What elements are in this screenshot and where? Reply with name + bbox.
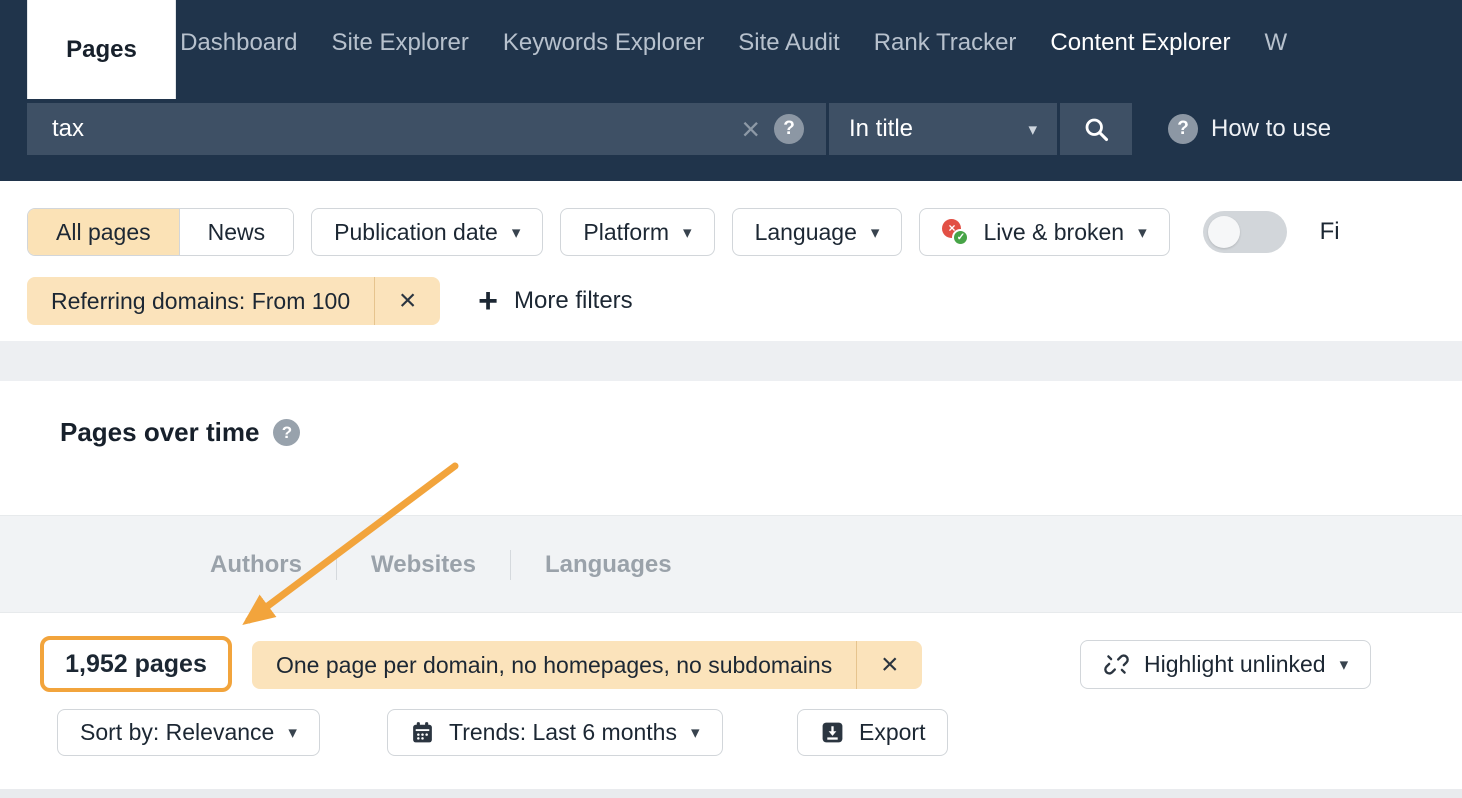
- primary-nav-row: ahrefs Dashboard Site Explorer Keywords …: [0, 0, 1462, 86]
- plus-icon: +: [478, 284, 498, 318]
- tab-pages[interactable]: Pages: [27, 0, 176, 99]
- trends-dropdown[interactable]: Trends: Last 6 months ▾: [387, 709, 723, 756]
- section-divider: [0, 341, 1462, 381]
- referring-domains-chip-label: Referring domains: From 100: [27, 288, 374, 315]
- publication-date-label: Publication date: [334, 219, 498, 246]
- referring-domains-chip: Referring domains: From 100 ×: [27, 277, 440, 325]
- highlight-unlinked-dropdown[interactable]: Highlight unlinked ▾: [1080, 640, 1371, 689]
- chevron-down-icon: ▾: [1028, 121, 1037, 138]
- remove-referring-domains-icon[interactable]: ×: [374, 277, 440, 325]
- chevron-down-icon: ▾: [1340, 656, 1349, 673]
- table-header-strip: [0, 789, 1462, 798]
- top-navbar: ahrefs Dashboard Site Explorer Keywords …: [0, 0, 1462, 181]
- page-type-segmented: All pages News: [27, 208, 294, 256]
- pages-over-time-card: Pages over time ?: [0, 381, 1462, 515]
- results-count: 1,952 pages: [65, 650, 207, 679]
- search-input-container: × ?: [27, 103, 826, 155]
- chevron-down-icon: ▾: [683, 224, 692, 241]
- trends-label: Trends: Last 6 months: [449, 719, 677, 746]
- filter-toggle-switch[interactable]: [1203, 211, 1287, 253]
- nav-site-explorer[interactable]: Site Explorer: [331, 29, 468, 57]
- how-to-use-link[interactable]: ? How to use: [1168, 114, 1331, 144]
- more-filters-label: More filters: [514, 287, 633, 315]
- export-icon: [820, 720, 845, 745]
- sort-by-label: Sort by: Relevance: [80, 719, 274, 746]
- platform-dropdown[interactable]: Platform ▾: [560, 208, 714, 256]
- more-filters-button[interactable]: + More filters: [478, 284, 633, 318]
- filter-all-pages[interactable]: All pages: [28, 209, 179, 255]
- filters-section: All pages News Publication date ▾ Platfo…: [0, 181, 1462, 341]
- chevron-down-icon: ▾: [512, 224, 521, 241]
- live-broken-dropdown[interactable]: × ✓ Live & broken ▾: [919, 208, 1169, 256]
- toggle-label-cutoff: Fi: [1320, 218, 1340, 246]
- help-icon: ?: [1168, 114, 1198, 144]
- nav-dashboard[interactable]: Dashboard: [180, 29, 297, 57]
- tab-languages[interactable]: Languages: [511, 551, 706, 579]
- language-dropdown[interactable]: Language ▾: [732, 208, 903, 256]
- chevron-down-icon: ▾: [691, 724, 700, 741]
- annotation-highlight-box: 1,952 pages: [40, 636, 232, 692]
- live-check-icon: ✓: [952, 229, 969, 246]
- scope-filter-chip-label: One page per domain, no homepages, no su…: [252, 652, 856, 679]
- publication-date-dropdown[interactable]: Publication date ▾: [311, 208, 543, 256]
- chevron-down-icon: ▾: [288, 724, 297, 741]
- primary-nav: Dashboard Site Explorer Keywords Explore…: [180, 29, 1462, 57]
- pages-over-time-help-icon[interactable]: ?: [273, 419, 300, 446]
- search-bar: × ? In title ▾ ? How to use: [27, 103, 1331, 155]
- unlink-icon: [1103, 651, 1130, 678]
- clear-search-icon[interactable]: ×: [741, 113, 760, 145]
- search-mode-dropdown[interactable]: In title ▾: [829, 103, 1057, 155]
- search-syntax-help-icon[interactable]: ?: [774, 114, 804, 144]
- sort-by-dropdown[interactable]: Sort by: Relevance ▾: [57, 709, 320, 756]
- scope-filter-chip: One page per domain, no homepages, no su…: [252, 641, 922, 689]
- results-tabbar: Authors Websites Languages: [0, 515, 1462, 613]
- live-broken-icon: × ✓: [942, 219, 969, 246]
- calendar-icon: [410, 720, 435, 745]
- pages-over-time-title: Pages over time: [60, 417, 259, 448]
- search-button[interactable]: [1060, 103, 1132, 155]
- nav-keywords-explorer[interactable]: Keywords Explorer: [503, 29, 704, 57]
- nav-site-audit[interactable]: Site Audit: [738, 29, 839, 57]
- export-button[interactable]: Export: [797, 709, 948, 756]
- pages-over-time-header: Pages over time ?: [0, 381, 1462, 448]
- search-mode-value: In title: [849, 115, 913, 143]
- filter-news[interactable]: News: [179, 209, 294, 255]
- how-to-use-label: How to use: [1211, 115, 1331, 143]
- remove-scope-filter-icon[interactable]: ×: [856, 641, 922, 689]
- search-icon: [1082, 115, 1110, 143]
- language-label: Language: [755, 219, 857, 246]
- live-broken-label: Live & broken: [983, 219, 1124, 246]
- tab-websites[interactable]: Websites: [337, 551, 510, 579]
- highlight-unlinked-label: Highlight unlinked: [1144, 651, 1326, 678]
- platform-label: Platform: [583, 219, 669, 246]
- nav-rank-tracker[interactable]: Rank Tracker: [874, 29, 1017, 57]
- tab-authors[interactable]: Authors: [176, 551, 336, 579]
- export-label: Export: [859, 719, 925, 746]
- filters-row-applied: Referring domains: From 100 × + More fil…: [27, 277, 633, 325]
- toggle-knob: [1208, 216, 1240, 248]
- nav-item-cutoff[interactable]: W: [1265, 29, 1288, 57]
- search-input[interactable]: [27, 103, 826, 155]
- chevron-down-icon: ▾: [1138, 224, 1147, 241]
- filters-row-primary: All pages News Publication date ▾ Platfo…: [27, 208, 1340, 256]
- inactive-tabs: Authors Websites Languages: [176, 516, 706, 614]
- nav-content-explorer[interactable]: Content Explorer: [1050, 29, 1230, 57]
- chevron-down-icon: ▾: [871, 224, 880, 241]
